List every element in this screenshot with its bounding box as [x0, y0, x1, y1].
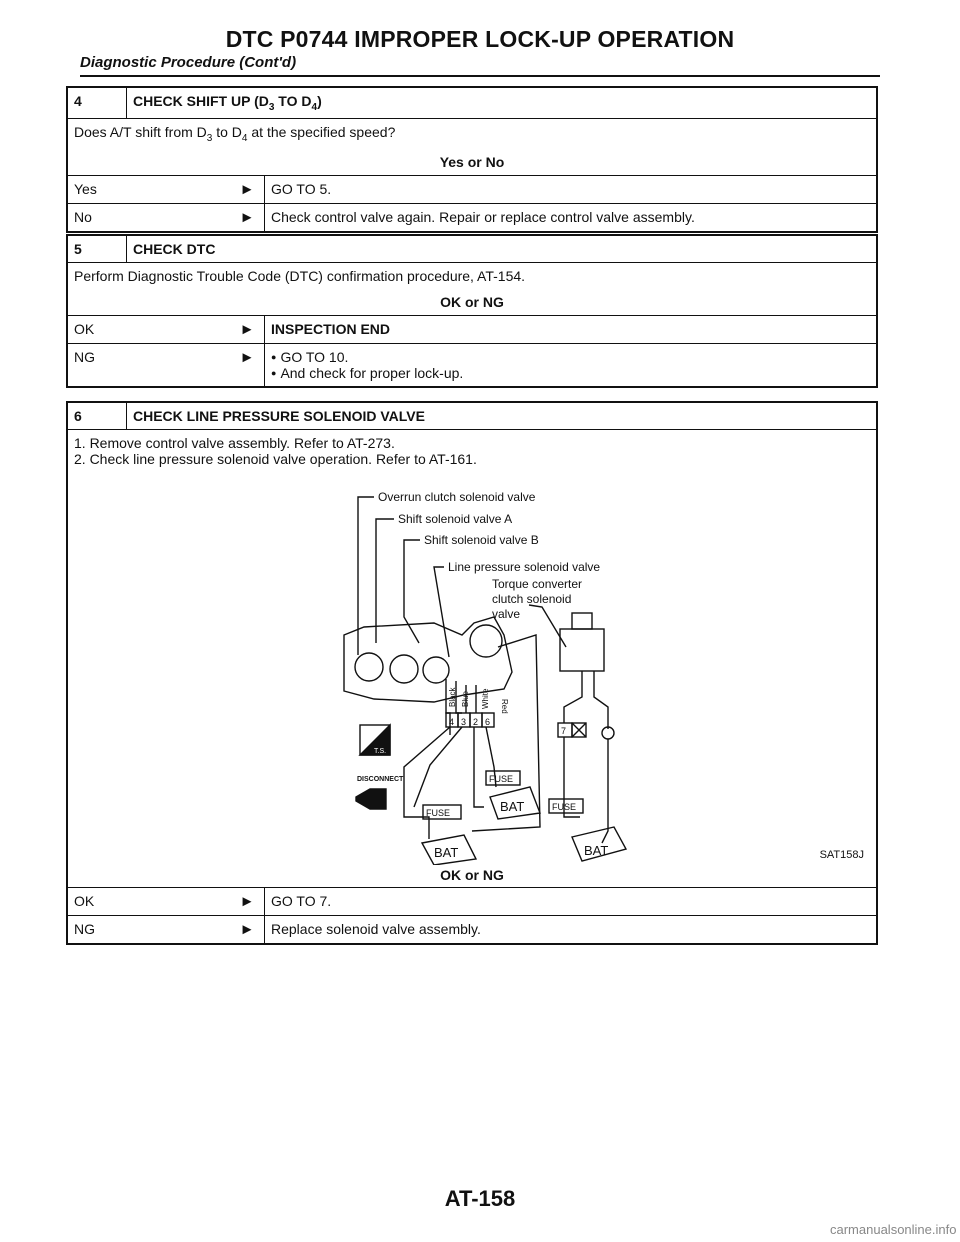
result-action: Replace solenoid valve assembly.: [264, 915, 878, 945]
watermark: carmanualsonline.info: [830, 1222, 957, 1237]
label-line-pressure: Line pressure solenoid valve: [448, 560, 600, 574]
result-label: No: [66, 202, 230, 233]
label-tcc-1: Torque converter: [492, 577, 582, 591]
page-number: AT-158: [444, 1186, 516, 1211]
step-5-heading: 5 CHECK DTC: [66, 234, 878, 263]
arrow-icon: ►: [230, 315, 265, 344]
label-disconnect: DISCONNECT: [357, 776, 404, 783]
pin-4: 4: [449, 717, 454, 727]
instruction-text: Perform Diagnostic Trouble Code (DTC) co…: [74, 268, 526, 284]
question-text: Does A/T shift from D3 to D4 at the spec…: [74, 123, 396, 144]
result-action: INSPECTION END: [264, 315, 878, 344]
result-action: GO TO 5.: [264, 174, 878, 204]
arrow-icon: ►: [230, 174, 265, 204]
solenoid-diagram: Overrun clutch solenoid valve Shift sole…: [74, 467, 870, 865]
label-fuse: FUSE: [489, 774, 513, 784]
step-6-heading: 6 CHECK LINE PRESSURE SOLENOID VALVE: [66, 401, 878, 430]
step-title: CHECK SHIFT UP (D3 TO D4): [133, 93, 322, 113]
step-4-question: Does A/T shift from D3 to D4 at the spec…: [66, 117, 878, 176]
label-fuse: FUSE: [552, 802, 576, 812]
result-prompt: Yes or No: [439, 153, 505, 170]
label-bat: BAT: [434, 845, 458, 860]
label-bat: BAT: [584, 843, 608, 858]
label-tcc-2: clutch solenoid: [492, 592, 571, 606]
step-6-instruction: 1. Remove control valve assembly. Refer …: [66, 429, 878, 888]
figure-code: SAT158J: [819, 849, 864, 861]
label-bat: BAT: [500, 799, 524, 814]
pin-6: 6: [485, 717, 490, 727]
result-prompt: OK or NG: [440, 294, 504, 310]
result-row: OK ► GO TO 7.: [66, 887, 878, 916]
arrow-icon: ►: [230, 202, 265, 233]
step-5-box: 5 CHECK DTC Perform Diagnostic Trouble C…: [66, 234, 878, 388]
result-action: GO TO 7.: [264, 887, 878, 916]
page-header: DTC P0744 IMPROPER LOCK-UP OPERATION Dia…: [80, 26, 880, 77]
pin-7: 7: [561, 726, 566, 736]
wire-black: Black: [448, 686, 457, 707]
result-label: OK: [66, 315, 230, 344]
header-rule: [80, 75, 880, 77]
step-6-box: 6 CHECK LINE PRESSURE SOLENOID VALVE 1. …: [66, 401, 878, 945]
instruction-line: 2. Check line pressure solenoid valve op…: [74, 451, 477, 467]
result-action: Check control valve again. Repair or rep…: [264, 202, 878, 233]
result-row: NG ► Replace solenoid valve assembly.: [66, 915, 878, 945]
label-overrun: Overrun clutch solenoid valve: [378, 490, 536, 504]
pin-3: 3: [461, 717, 466, 727]
result-label: NG: [66, 915, 230, 945]
page-subtitle: Diagnostic Procedure (Cont'd): [80, 54, 297, 71]
wire-blue: Blue: [461, 690, 470, 707]
result-row: No ► Check control valve again. Repair o…: [66, 202, 878, 233]
step-5-instruction: Perform Diagnostic Trouble Code (DTC) co…: [66, 262, 878, 316]
result-row: Yes ► GO TO 5.: [66, 174, 878, 204]
label-shift-a: Shift solenoid valve A: [398, 512, 512, 526]
bullet-item: And check for proper lock-up.: [271, 365, 870, 381]
label-tcc-3: valve: [492, 607, 520, 621]
label-fuse: FUSE: [426, 808, 450, 818]
step-number: 4: [68, 88, 127, 118]
solenoid-wiring-figure: Overrun clutch solenoid valve Shift sole…: [343, 490, 628, 865]
label-ts: T.S.: [374, 748, 386, 755]
arrow-icon: ►: [230, 915, 265, 945]
result-prompt: OK or NG: [440, 867, 504, 883]
step-number: 5: [68, 236, 127, 262]
page-title: DTC P0744 IMPROPER LOCK-UP OPERATION: [225, 26, 735, 52]
result-row: OK ► INSPECTION END: [66, 315, 878, 344]
result-label: NG: [66, 343, 230, 388]
step-4-heading: 4 CHECK SHIFT UP (D3 TO D4): [66, 86, 878, 119]
bullet-item: GO TO 10.: [271, 349, 870, 365]
step-title: CHECK DTC: [133, 241, 216, 257]
label-shift-b: Shift solenoid valve B: [424, 533, 539, 547]
wire-white: White: [481, 688, 490, 709]
instruction-line: 1. Remove control valve assembly. Refer …: [74, 435, 395, 451]
pin-2: 2: [473, 717, 478, 727]
result-label: Yes: [66, 174, 230, 204]
step-number: 6: [68, 403, 127, 429]
result-row: NG ► GO TO 10. And check for proper lock…: [66, 343, 878, 388]
result-label: OK: [66, 887, 230, 916]
wire-red: Red: [500, 699, 509, 714]
step-title: CHECK LINE PRESSURE SOLENOID VALVE: [133, 408, 425, 424]
step-4-box: 4 CHECK SHIFT UP (D3 TO D4) Does A/T shi…: [66, 86, 878, 233]
result-action: GO TO 10. And check for proper lock-up.: [264, 343, 878, 388]
arrow-icon: ►: [230, 343, 265, 388]
arrow-icon: ►: [230, 887, 265, 916]
